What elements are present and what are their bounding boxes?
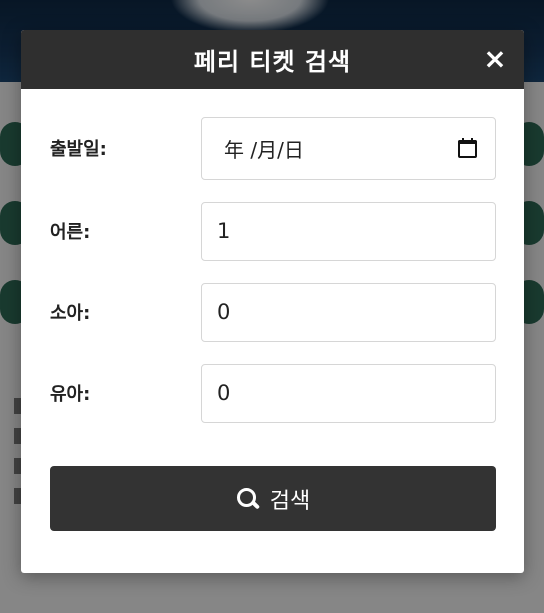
- adult-row: 어른: 1: [50, 200, 496, 262]
- adult-count-input[interactable]: 1: [201, 201, 496, 261]
- infant-row: 유아: 0: [50, 362, 496, 424]
- child-row: 소아: 0: [50, 281, 496, 343]
- search-button-label: 검색: [269, 488, 311, 514]
- child-count-input[interactable]: 0: [201, 282, 496, 342]
- adult-label: 어른:: [50, 222, 91, 243]
- modal-header: 페리 티켓 검색 ×: [21, 30, 524, 89]
- infant-label: 유아:: [50, 384, 91, 405]
- departure-date-input[interactable]: 年 /月/日: [201, 116, 496, 180]
- search-icon: [236, 487, 260, 511]
- search-button[interactable]: 검색: [50, 466, 496, 531]
- modal-body: 출발일: 年 /月/日 어른: 1 소아: 0 유아: 0 검색: [21, 89, 524, 531]
- departure-label: 출발일:: [50, 139, 107, 160]
- ferry-search-modal: 페리 티켓 검색 × 출발일: 年 /月/日 어른: 1 소아: 0 유아: 0: [21, 30, 524, 573]
- departure-date-value: 年 /月/日: [224, 137, 304, 162]
- modal-title: 페리 티켓 검색: [193, 48, 352, 76]
- departure-row: 출발일: 年 /月/日: [50, 116, 496, 180]
- infant-count-input[interactable]: 0: [201, 363, 496, 423]
- close-button[interactable]: ×: [480, 44, 510, 74]
- calendar-icon[interactable]: [458, 138, 477, 158]
- child-label: 소아:: [50, 303, 91, 324]
